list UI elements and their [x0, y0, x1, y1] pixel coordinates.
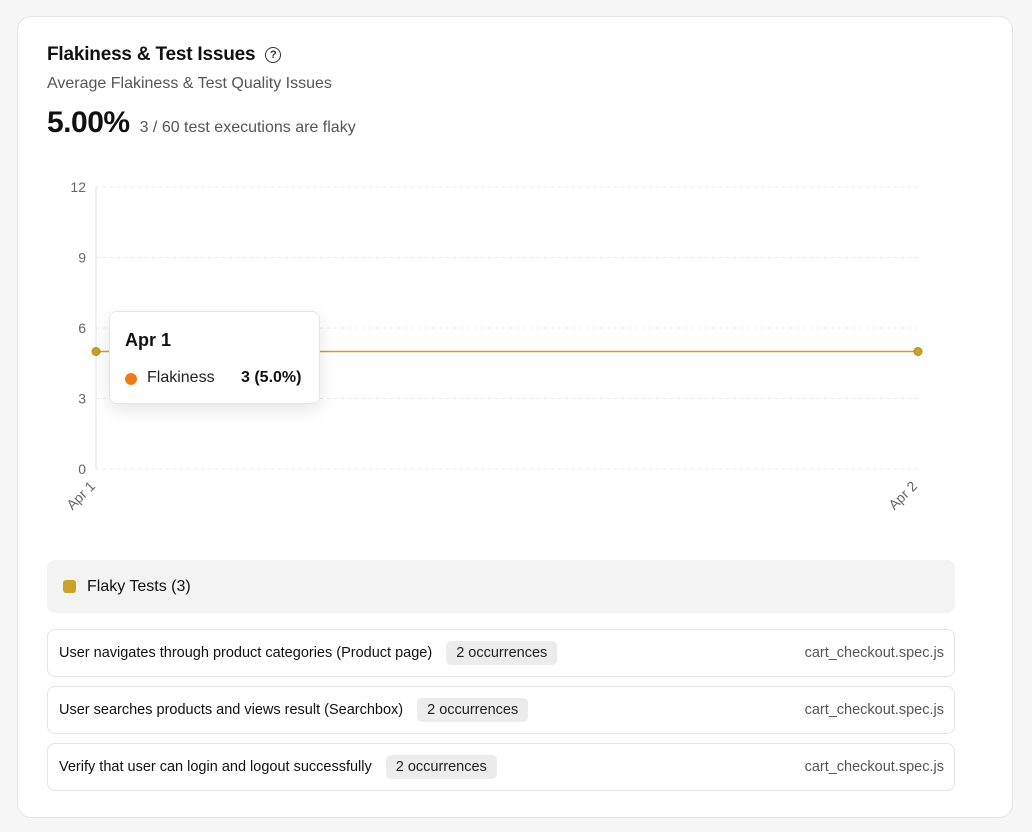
spec-file-name: cart_checkout.spec.js — [804, 645, 944, 661]
flaky-test-row[interactable]: Verify that user can login and logout su… — [47, 743, 955, 791]
x-tick-label: Apr 2 — [885, 478, 920, 513]
data-point — [913, 347, 923, 356]
y-tick-label: 3 — [78, 391, 86, 407]
flaky-test-row[interactable]: User navigates through product categorie… — [47, 629, 955, 677]
y-tick-label: 6 — [78, 320, 86, 336]
spec-file-name: cart_checkout.spec.js — [804, 759, 944, 775]
tooltip-series-dot — [125, 373, 137, 385]
occurrences-badge: 2 occurrences — [417, 698, 529, 722]
chart-tooltip: Apr 1 Flakiness 3 (5.0%) — [109, 311, 320, 404]
flaky-tests-swatch — [63, 580, 76, 593]
y-tick-label: 12 — [70, 179, 86, 195]
flaky-test-name: User searches products and views result … — [59, 702, 404, 718]
spec-file-name: cart_checkout.spec.js — [804, 702, 944, 718]
tooltip-date: Apr 1 — [125, 330, 172, 350]
flaky-test-name: User navigates through product categorie… — [59, 645, 433, 661]
occurrences-badge: 2 occurrences — [385, 755, 497, 779]
flaky-test-row[interactable]: User searches products and views result … — [47, 686, 955, 734]
occurrences-badge: 2 occurrences — [446, 641, 558, 665]
flaky-test-name: Verify that user can login and logout su… — [59, 759, 372, 775]
y-tick-label: 9 — [78, 250, 86, 266]
flakiness-card: Flakiness & Test Issues ? Average Flakin… — [17, 16, 1013, 818]
flaky-tests-header[interactable]: Flaky Tests (3) — [47, 560, 955, 613]
tooltip-series-value: 3 (5.0%) — [241, 369, 302, 386]
y-tick-label: 0 — [78, 461, 86, 477]
flakiness-line-chart: 0 3 6 9 12 Apr 1 Apr 2 — [63, 179, 923, 513]
x-tick-label: Apr 1 — [63, 478, 98, 513]
flaky-tests-title: Flaky Tests (3) — [87, 577, 191, 595]
data-point — [91, 347, 101, 356]
tooltip-series-name: Flakiness — [147, 369, 215, 386]
